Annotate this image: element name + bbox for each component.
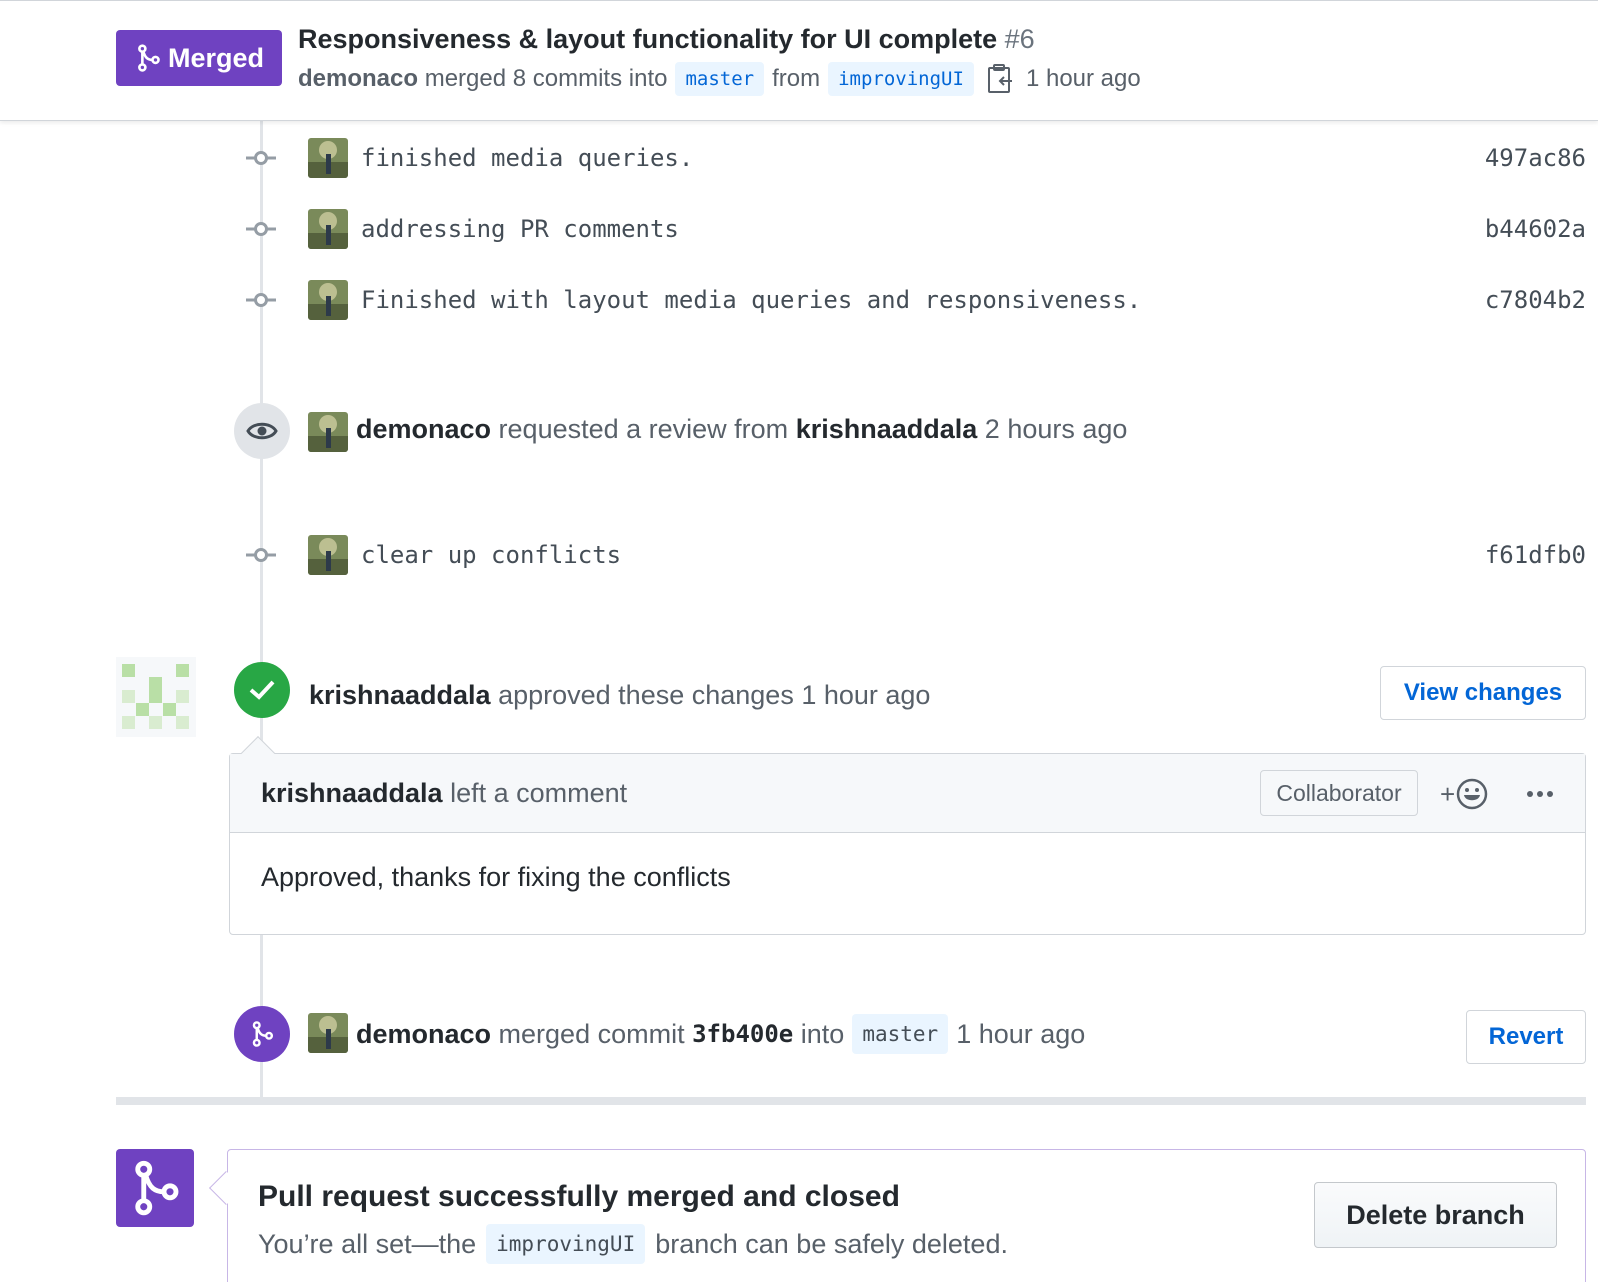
timeline-divider xyxy=(116,1097,1586,1105)
review-request-event-badge xyxy=(234,403,290,459)
merge-status-panel: Pull request successfully merged and clo… xyxy=(227,1149,1586,1282)
merge-event-text: demonaco merged commit 3fb400e into mast… xyxy=(356,1014,1085,1054)
pr-meta: demonaco merged 8 commits into master fr… xyxy=(298,62,1141,96)
pr-number: #6 xyxy=(1004,24,1035,54)
avatar[interactable] xyxy=(308,535,348,575)
event-description: merged commit xyxy=(498,1018,685,1049)
commit-sha-link[interactable]: f61dfb0 xyxy=(1485,541,1586,569)
comment-author-line: krishnaaddala left a comment xyxy=(261,778,627,809)
comment-action: left a comment xyxy=(450,778,628,808)
avatar[interactable] xyxy=(308,138,348,178)
comment-body: Approved, thanks for fixing the conflict… xyxy=(261,862,731,892)
commit-message-link[interactable]: Finished with layout media queries and r… xyxy=(361,286,1141,314)
clipboard-copy-icon[interactable] xyxy=(986,63,1016,95)
merge-panel-subtitle: You’re all set—the improvingUI branch ca… xyxy=(258,1224,1008,1264)
merge-commit-link[interactable]: 3fb400e xyxy=(692,1020,793,1048)
git-merge-icon xyxy=(135,1160,179,1216)
pr-header: Merged Responsiveness & layout functiona… xyxy=(0,0,1598,121)
event-time[interactable]: 2 hours ago xyxy=(985,414,1128,444)
top-border xyxy=(0,0,1598,1)
from-text: from xyxy=(772,65,821,92)
head-branch-label[interactable]: improvingUI xyxy=(828,62,974,96)
commit-row: finished media queries. 497ac86 xyxy=(246,138,1586,178)
comment-author-link[interactable]: krishnaaddala xyxy=(261,778,443,808)
actor-link[interactable]: krishnaaddala xyxy=(309,680,491,710)
merged-event-badge xyxy=(234,1006,290,1062)
commit-sha-link[interactable]: c7804b2 xyxy=(1485,286,1586,314)
revert-button[interactable]: Revert xyxy=(1466,1010,1586,1064)
commit-message-link[interactable]: clear up conflicts xyxy=(361,541,621,569)
author-association-badge: Collaborator xyxy=(1260,770,1418,816)
merged-status-badge: Merged xyxy=(116,30,282,86)
add-reaction-plus: + xyxy=(1440,778,1456,809)
git-commit-icon xyxy=(246,151,276,165)
review-comment: krishnaaddala left a comment Collaborato… xyxy=(229,753,1586,935)
merged-branch-label[interactable]: improvingUI xyxy=(486,1224,646,1264)
commit-sha-link[interactable]: 497ac86 xyxy=(1485,144,1586,172)
merged-panel-badge xyxy=(116,1149,194,1227)
view-changes-button[interactable]: View changes xyxy=(1380,666,1586,720)
merge-sub-before: You’re all set—the xyxy=(258,1228,477,1259)
avatar[interactable] xyxy=(308,412,348,452)
kebab-horizontal-icon[interactable] xyxy=(1520,774,1560,814)
event-description: requested a review from xyxy=(498,414,789,444)
page-title: Responsiveness & layout functionality fo… xyxy=(298,24,1035,55)
pr-merged-text: merged 8 commits into xyxy=(424,65,668,92)
git-merge-icon xyxy=(252,1021,273,1047)
event-description: approved these changes xyxy=(498,680,794,710)
pr-author-link[interactable]: demonaco xyxy=(298,65,418,93)
avatar[interactable] xyxy=(308,280,348,320)
base-branch-label[interactable]: master xyxy=(675,62,765,96)
pr-title-text: Responsiveness & layout functionality fo… xyxy=(298,24,998,54)
reviewer-link[interactable]: krishnaaddala xyxy=(796,414,978,444)
commit-message-link[interactable]: addressing PR comments xyxy=(361,215,679,243)
approval-text: krishnaaddala approved these changes 1 h… xyxy=(309,680,930,711)
git-merge-icon xyxy=(138,44,160,72)
merge-panel-title: Pull request successfully merged and clo… xyxy=(258,1180,900,1213)
commit-row: Finished with layout media queries and r… xyxy=(246,280,1586,320)
commit-row: addressing PR comments b44602a xyxy=(246,209,1586,249)
git-commit-icon xyxy=(246,293,276,307)
smiley-icon xyxy=(1456,778,1488,810)
eye-icon xyxy=(246,422,278,440)
merged-badge-label: Merged xyxy=(167,42,265,73)
timeline-line xyxy=(260,121,263,1101)
reviewer-avatar[interactable] xyxy=(116,657,196,737)
review-request-text: demonaco requested a review from krishna… xyxy=(356,414,1127,445)
approved-event-badge xyxy=(234,662,290,718)
delete-branch-button[interactable]: Delete branch xyxy=(1314,1182,1557,1248)
git-commit-icon xyxy=(246,222,276,236)
actor-link[interactable]: demonaco xyxy=(356,1019,491,1050)
event-time[interactable]: 1 hour ago xyxy=(801,680,930,710)
actor-link[interactable]: demonaco xyxy=(356,414,491,444)
target-branch-label[interactable]: master xyxy=(852,1014,949,1054)
into-text: into xyxy=(800,1018,845,1049)
pr-merge-time: 1 hour ago xyxy=(1025,65,1141,92)
merge-sub-after: branch can be safely deleted. xyxy=(655,1228,1008,1259)
avatar[interactable] xyxy=(308,209,348,249)
commit-message-link[interactable]: finished media queries. xyxy=(361,144,693,172)
comment-header: krishnaaddala left a comment Collaborato… xyxy=(230,754,1585,833)
check-icon xyxy=(249,680,275,700)
add-reaction-button[interactable]: + xyxy=(1440,774,1489,814)
avatar[interactable] xyxy=(308,1013,348,1053)
commit-row: clear up conflicts f61dfb0 xyxy=(246,535,1586,575)
git-commit-icon xyxy=(246,548,276,562)
commit-sha-link[interactable]: b44602a xyxy=(1485,215,1586,243)
event-time[interactable]: 1 hour ago xyxy=(956,1019,1085,1050)
